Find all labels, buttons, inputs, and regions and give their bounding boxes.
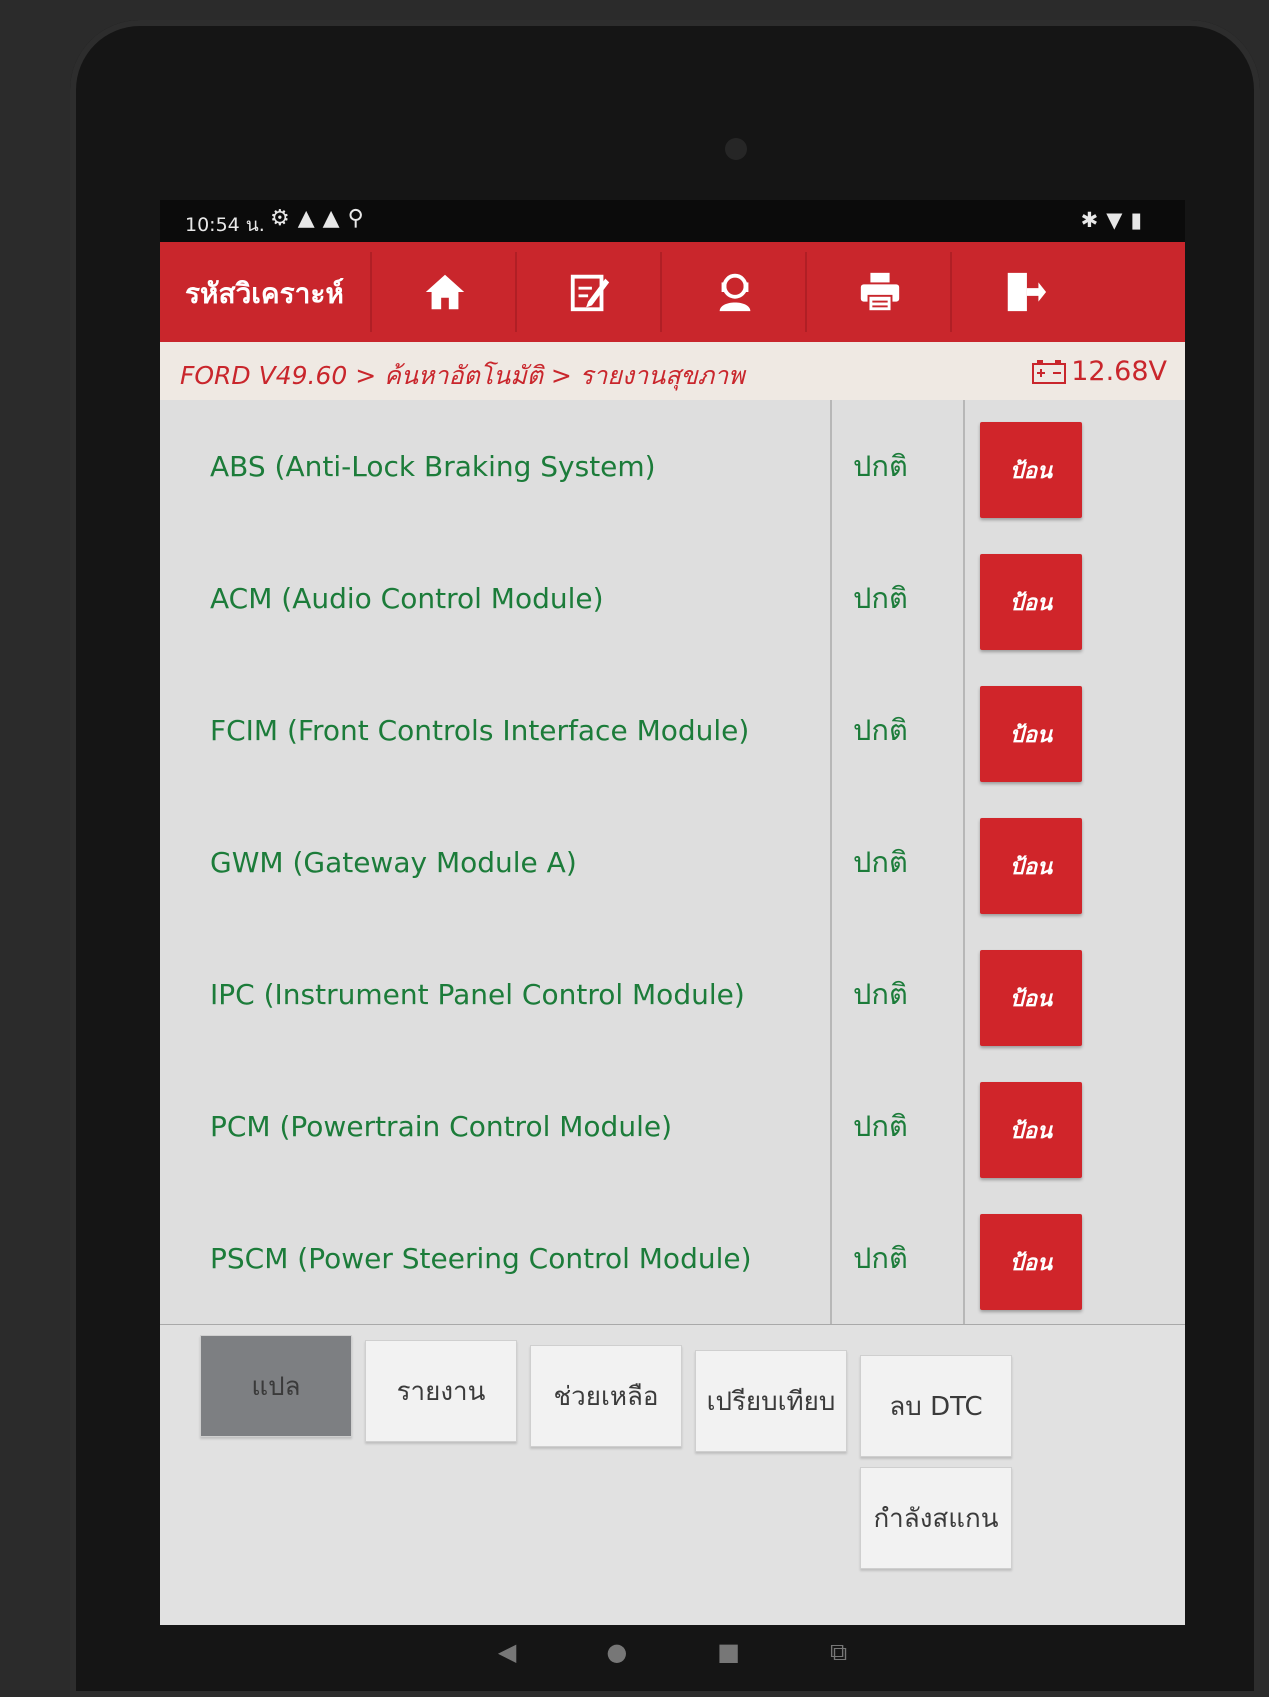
module-status: ปกติ	[835, 400, 965, 532]
status-bar: 10:54 น. ⚙▲▲⚲ ✱▼▮	[160, 200, 1185, 242]
warning-icon: ▲	[322, 206, 348, 231]
compare-button[interactable]: เปรียบเทียบ	[695, 1350, 847, 1452]
enter-button[interactable]: ป้อน	[980, 818, 1082, 914]
print-button[interactable]	[805, 252, 952, 332]
module-status: ปกติ	[835, 1060, 965, 1192]
module-name: FCIM (Front Controls Interface Module)	[210, 664, 832, 796]
enter-button[interactable]: ป้อน	[980, 422, 1082, 518]
screen: 10:54 น. ⚙▲▲⚲ ✱▼▮ รหัสวิเคราะห์ FORD V49…	[160, 200, 1185, 1625]
module-status: ปกติ	[835, 532, 965, 664]
home-button[interactable]	[370, 252, 517, 332]
module-status: ปกติ	[835, 928, 965, 1060]
module-name: PSCM (Power Steering Control Module)	[210, 1192, 832, 1324]
toolbar: รหัสวิเคราะห์	[160, 242, 1185, 342]
report-button[interactable]: รายงาน	[365, 1340, 517, 1442]
back-icon[interactable]: ◀	[498, 1638, 516, 1666]
module-name: IPC (Instrument Panel Control Module)	[210, 928, 832, 1060]
status-icons-right: ✱▼▮	[1081, 208, 1150, 232]
enter-button[interactable]: ป้อน	[980, 950, 1082, 1046]
edit-button[interactable]	[515, 252, 662, 332]
translate-button[interactable]: แปล	[200, 1335, 352, 1437]
bottom-action-bar: แปล รายงาน ช่วยเหลือ เปรียบเทียบ ลบ DTC …	[160, 1325, 1185, 1625]
edit-icon	[570, 274, 609, 312]
camera	[725, 138, 747, 160]
support-icon	[719, 273, 750, 312]
settings-icon: ⚙	[270, 206, 298, 231]
enter-button[interactable]: ป้อน	[980, 686, 1082, 782]
support-button[interactable]	[660, 252, 807, 332]
module-list: ABS (Anti-Lock Braking System) ปกติ ป้อน…	[160, 400, 1185, 1326]
module-row-ipc: IPC (Instrument Panel Control Module) ปก…	[160, 928, 1185, 1062]
home-nav-icon[interactable]: ●	[606, 1638, 627, 1666]
battery-voltage: 12.68V	[1031, 356, 1167, 387]
module-name: ABS (Anti-Lock Braking System)	[210, 400, 832, 532]
status-time: 10:54 น.	[185, 214, 265, 236]
exit-button[interactable]	[950, 252, 1097, 332]
enter-button[interactable]: ป้อน	[980, 1082, 1082, 1178]
module-name: PCM (Powertrain Control Module)	[210, 1060, 832, 1192]
enter-button[interactable]: ป้อน	[980, 554, 1082, 650]
battery-icon: ▮	[1130, 208, 1150, 232]
module-status: ปกติ	[835, 796, 965, 928]
car-battery-icon	[1032, 359, 1067, 384]
status-icons-left: ⚙▲▲⚲	[270, 206, 372, 231]
bluetooth-icon: ✱	[1080, 208, 1107, 232]
module-status: ปกติ	[835, 1192, 965, 1324]
voltage-value: 12.68V	[1071, 356, 1167, 387]
usb-icon: ⚲	[347, 206, 372, 231]
module-row-abs: ABS (Anti-Lock Braking System) ปกติ ป้อน	[160, 400, 1185, 534]
app: รหัสวิเคราะห์ FORD V49.60 > ค้นหาอัตโนมั…	[160, 242, 1185, 1625]
clear-dtc-button[interactable]: ลบ DTC	[860, 1355, 1012, 1457]
module-row-gwm: GWM (Gateway Module A) ปกติ ป้อน	[160, 796, 1185, 930]
module-row-acm: ACM (Audio Control Module) ปกติ ป้อน	[160, 532, 1185, 666]
screenshot-icon[interactable]: ⧉	[830, 1638, 847, 1666]
exit-icon	[1007, 272, 1046, 312]
module-row-pcm: PCM (Powertrain Control Module) ปกติ ป้อ…	[160, 1060, 1185, 1194]
app-title: รหัสวิเคราะห์	[185, 277, 344, 310]
module-row-pscm: PSCM (Power Steering Control Module) ปกต…	[160, 1192, 1185, 1326]
breadcrumb-bar: FORD V49.60 > ค้นหาอัตโนมัติ > รายงานสุข…	[160, 342, 1185, 401]
system-nav-bar: ◀ ● ■ ⧉	[160, 1632, 1185, 1672]
module-name: GWM (Gateway Module A)	[210, 796, 832, 928]
print-icon	[860, 272, 899, 313]
module-row-fcim: FCIM (Front Controls Interface Module) ป…	[160, 664, 1185, 798]
home-icon	[425, 274, 464, 310]
help-button[interactable]: ช่วยเหลือ	[530, 1345, 682, 1447]
module-status: ปกติ	[835, 664, 965, 796]
enter-button[interactable]: ป้อน	[980, 1214, 1082, 1310]
module-name: ACM (Audio Control Module)	[210, 532, 832, 664]
recents-icon[interactable]: ■	[717, 1638, 740, 1666]
scanning-button[interactable]: กำลังสแกน	[860, 1467, 1012, 1569]
breadcrumb: FORD V49.60 > ค้นหาอัตโนมัติ > รายงานสุข…	[180, 361, 745, 390]
warning-icon: ▲	[297, 206, 323, 231]
wifi-icon: ▼	[1106, 208, 1131, 232]
